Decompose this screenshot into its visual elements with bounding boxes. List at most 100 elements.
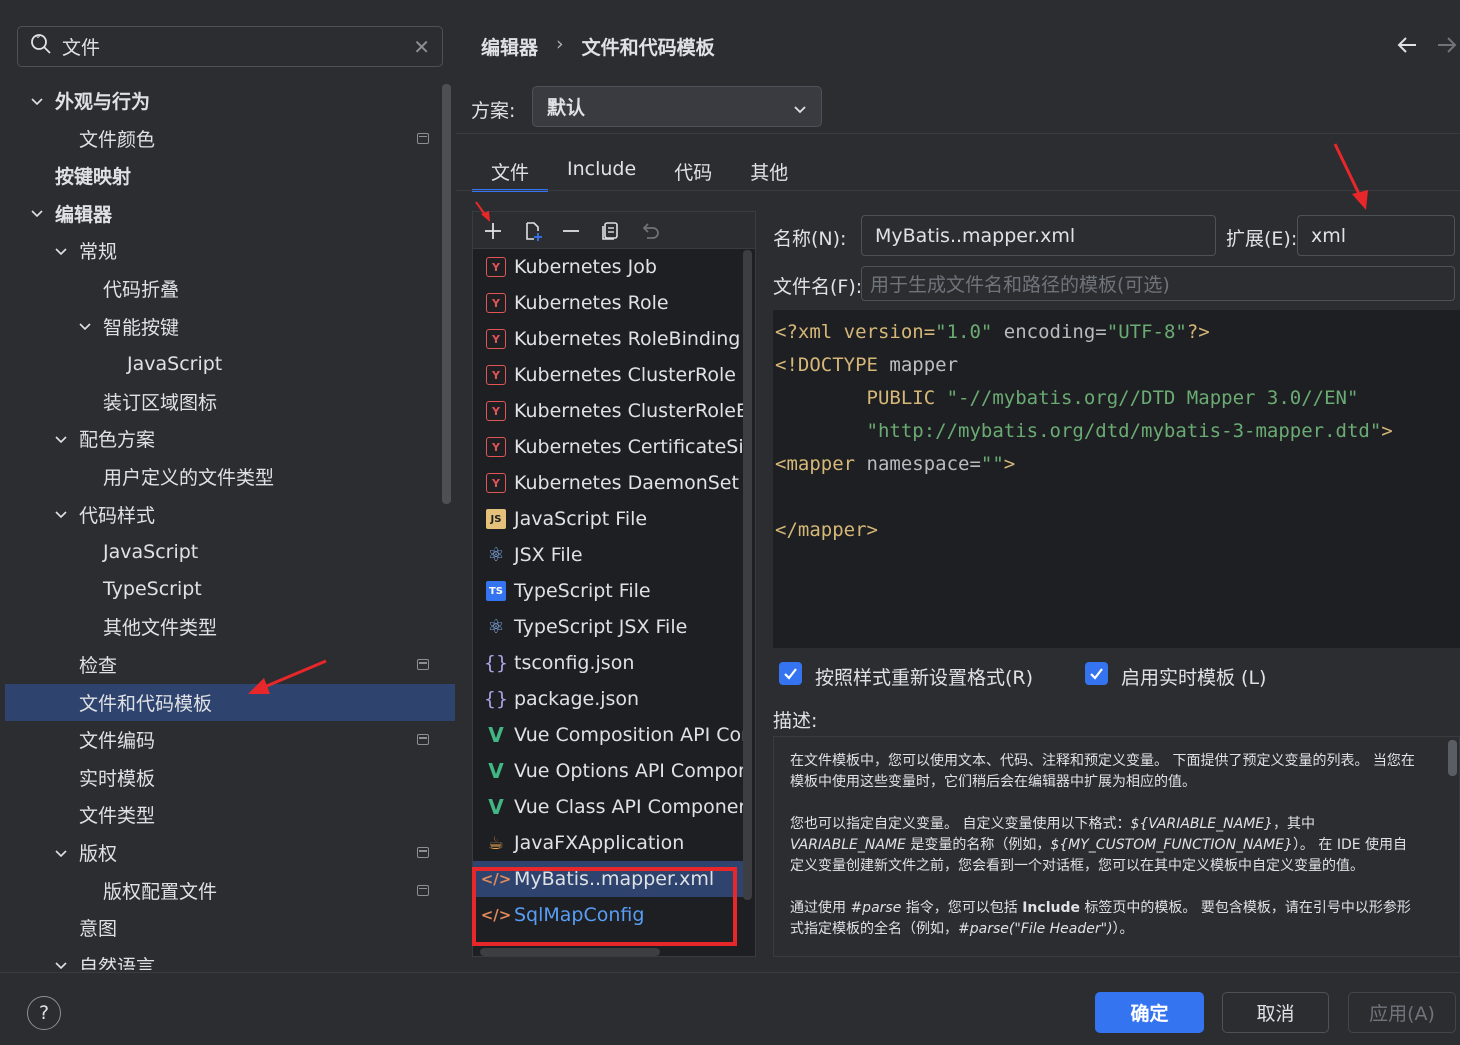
description-panel[interactable]: 在文件模板中，您可以使用文本、代码、注释和预定义变量。 下面提供了预定义变量的列…	[773, 736, 1460, 957]
divider	[456, 190, 1460, 191]
name-field[interactable]: MyBatis..mapper.xml	[861, 215, 1216, 256]
template-list-item[interactable]: {} tsconfig.json	[473, 645, 743, 681]
tree-item[interactable]: 代码折叠	[5, 270, 455, 307]
template-name: Vue Composition API Compo	[514, 724, 743, 746]
chevron-down-icon[interactable]	[77, 318, 93, 334]
chevron-down-icon[interactable]	[53, 506, 69, 522]
filename-field[interactable]: 用于生成文件名和路径的模板(可选)	[861, 266, 1455, 301]
tree-item[interactable]: 代码样式	[5, 496, 455, 533]
remove-template-icon[interactable]	[560, 220, 582, 242]
yaml-file-icon: Y	[486, 365, 506, 385]
extension-field[interactable]: xml	[1297, 215, 1455, 256]
tree-item[interactable]: 常规	[5, 232, 455, 269]
reset-template-icon[interactable]	[639, 220, 661, 242]
template-list-item[interactable]: Y Kubernetes ClusterRoleBindi	[473, 393, 743, 429]
tree-item[interactable]: 外观与行为	[5, 82, 455, 119]
template-list-item[interactable]: Y Kubernetes CertificateSignin	[473, 429, 743, 465]
reformat-checkbox[interactable]	[779, 662, 802, 685]
template-list-hscrollbar[interactable]	[480, 948, 660, 956]
tree-item[interactable]: 编辑器	[5, 195, 455, 232]
tree-item[interactable]: JavaScript	[5, 345, 455, 382]
tree-item[interactable]: TypeScript	[5, 571, 455, 608]
live-template-label[interactable]: 启用实时模板 (L)	[1121, 663, 1266, 690]
tree-item[interactable]: 配色方案	[5, 420, 455, 457]
template-code-editor[interactable]: <?xml version="1.0" encoding="UTF-8"?> <…	[773, 310, 1460, 648]
template-list-item[interactable]: V Vue Composition API Compo	[473, 717, 743, 753]
template-list-item[interactable]: JS JavaScript File	[473, 501, 743, 537]
cancel-button[interactable]: 取消	[1222, 992, 1329, 1033]
chevron-down-icon[interactable]	[53, 845, 69, 861]
tree-item[interactable]: 自然语言	[5, 947, 455, 970]
tree-item[interactable]: 意图	[5, 909, 455, 946]
tab-include[interactable]: Include	[548, 150, 655, 192]
reformat-label[interactable]: 按照样式重新设置格式(R)	[815, 663, 1033, 690]
back-arrow-icon[interactable]	[1396, 34, 1418, 61]
template-list-item[interactable]: Y Kubernetes DaemonSet	[473, 465, 743, 501]
clear-search-icon[interactable]: ✕	[413, 35, 430, 59]
copy-template-icon[interactable]	[599, 220, 621, 242]
template-list-item[interactable]: V Vue Class API Component	[473, 789, 743, 825]
ok-button[interactable]: 确定	[1095, 992, 1204, 1033]
tree-item[interactable]: 文件和代码模板	[5, 683, 455, 721]
help-button[interactable]: ?	[27, 996, 61, 1030]
template-list-item[interactable]: ☕ JavaFXApplication	[473, 825, 743, 861]
tree-item[interactable]: 用户定义的文件类型	[5, 458, 455, 495]
tree-item[interactable]: 其他文件类型	[5, 608, 455, 645]
create-child-template-icon[interactable]	[522, 220, 544, 242]
description-paragraph: 在文件模板中，您可以使用文本、代码、注释和预定义变量。 下面提供了预定义变量的列…	[790, 753, 1415, 790]
breadcrumb-parent[interactable]: 编辑器	[481, 33, 538, 60]
live-template-checkbox[interactable]	[1085, 662, 1108, 685]
desc-text: 是变量的名称（例如，	[905, 837, 1051, 853]
add-template-icon[interactable]	[482, 220, 504, 242]
tree-scrollbar[interactable]	[442, 84, 451, 504]
template-name: Vue Class API Component	[514, 796, 743, 818]
react-file-icon: ⚛	[487, 544, 505, 566]
tree-item-label: 文件颜色	[79, 128, 156, 151]
template-list-item[interactable]: Y Kubernetes Job	[473, 249, 743, 285]
search-input[interactable]: 文件	[62, 33, 413, 60]
tree-item[interactable]: 按键映射	[5, 157, 455, 194]
template-list-item[interactable]: ⚛ JSX File	[473, 537, 743, 573]
tab-files[interactable]: 文件	[472, 150, 549, 192]
chevron-down-icon[interactable]	[29, 205, 45, 221]
tree-item[interactable]: 实时模板	[5, 759, 455, 796]
template-name: tsconfig.json	[514, 652, 635, 674]
tree-item[interactable]: 版权	[5, 834, 455, 871]
template-list-scrollbar[interactable]	[743, 250, 752, 900]
template-list-item[interactable]: Y Kubernetes Role	[473, 285, 743, 321]
description-scrollbar[interactable]	[1448, 740, 1457, 776]
desc-text: ）。	[1112, 921, 1134, 937]
yaml-file-icon: Y	[486, 401, 506, 421]
tree-item[interactable]: 文件颜色	[5, 120, 455, 157]
checkmark-icon	[784, 668, 797, 680]
chevron-down-icon[interactable]	[53, 243, 69, 259]
template-list-item[interactable]: ⚛ TypeScript JSX File	[473, 609, 743, 645]
template-list-item[interactable]: Y Kubernetes ClusterRole	[473, 357, 743, 393]
chevron-down-icon[interactable]	[53, 957, 69, 970]
settings-search-field[interactable]: 文件 ✕	[17, 26, 443, 67]
tree-item[interactable]: 智能按键	[5, 308, 455, 345]
tree-item[interactable]: 文件类型	[5, 796, 455, 833]
apply-button[interactable]: 应用(A)	[1348, 992, 1456, 1033]
tree-item[interactable]: JavaScript	[5, 533, 455, 570]
tab-code[interactable]: 代码	[655, 150, 731, 192]
code-token: namespace=	[866, 453, 981, 475]
chevron-down-icon[interactable]	[53, 431, 69, 447]
template-name: TypeScript File	[514, 580, 651, 602]
tree-item[interactable]: 文件编码	[5, 721, 455, 758]
chevron-down-icon[interactable]	[29, 93, 45, 109]
tab-other[interactable]: 其他	[731, 150, 807, 192]
template-list-item[interactable]: V Vue Options API Componen	[473, 753, 743, 789]
tree-item[interactable]: 装订区域图标	[5, 383, 455, 420]
tree-item-label: 版权配置文件	[103, 880, 218, 903]
tree-item[interactable]: 检查	[5, 646, 455, 683]
scheme-dropdown[interactable]: 默认	[532, 86, 822, 127]
description-label: 描述:	[773, 710, 818, 732]
template-tabs: 文件 Include 代码 其他	[472, 150, 807, 192]
forward-arrow-icon[interactable]	[1436, 34, 1458, 61]
code-line: "http://mybatis.org/dtd/mybatis-3-mapper…	[775, 415, 1460, 448]
tree-item[interactable]: 版权配置文件	[5, 872, 455, 909]
template-list-item[interactable]: {} package.json	[473, 681, 743, 717]
template-list-item[interactable]: Y Kubernetes RoleBinding	[473, 321, 743, 357]
template-list-item[interactable]: TS TypeScript File	[473, 573, 743, 609]
